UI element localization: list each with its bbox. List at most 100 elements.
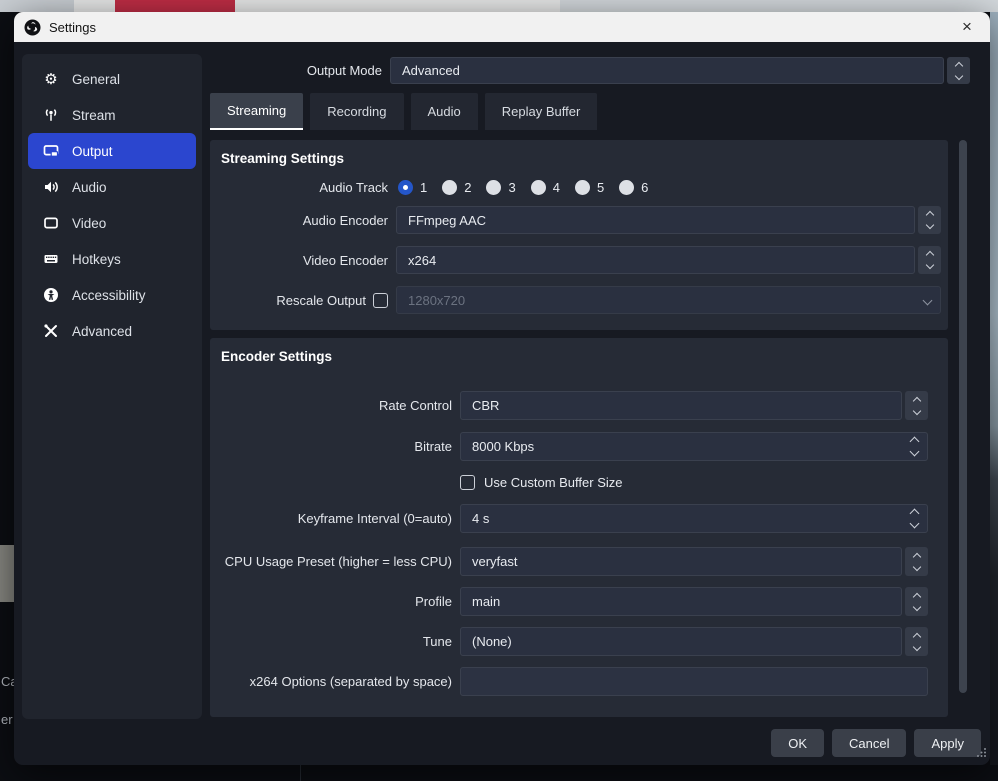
ok-button[interactable]: OK xyxy=(771,729,824,757)
rate-control-value[interactable]: CBR xyxy=(460,391,902,420)
resize-grip-icon[interactable] xyxy=(976,745,987,763)
chevron-down-icon xyxy=(912,642,920,650)
output-mode-select[interactable]: Advanced xyxy=(390,57,970,84)
radio-selected-icon[interactable] xyxy=(398,180,413,195)
radio-icon[interactable] xyxy=(442,180,457,195)
cancel-button[interactable]: Cancel xyxy=(832,729,906,757)
sidebar-item-hotkeys[interactable]: Hotkeys xyxy=(28,241,196,277)
x264-options-input[interactable] xyxy=(460,667,928,696)
combo-spinner[interactable] xyxy=(905,627,928,656)
output-mode-row: Output Mode Advanced xyxy=(194,57,970,84)
apply-button[interactable]: Apply xyxy=(914,729,981,757)
sidebar-item-label: General xyxy=(72,72,120,87)
cpu-preset-select[interactable]: veryfast xyxy=(460,547,928,576)
sidebar-item-advanced[interactable]: Advanced xyxy=(28,313,196,349)
keyframe-interval-value[interactable]: 4 s xyxy=(472,511,489,526)
rescale-output-checkbox[interactable] xyxy=(373,293,388,308)
tools-icon xyxy=(42,322,60,340)
sidebar-item-stream[interactable]: Stream xyxy=(28,97,196,133)
tune-row: Tune (None) xyxy=(210,627,948,656)
close-icon[interactable]: × xyxy=(954,14,980,40)
profile-row: Profile main xyxy=(210,587,948,616)
profile-select[interactable]: main xyxy=(460,587,928,616)
radio-label: 5 xyxy=(597,180,604,195)
radio-option[interactable]: 2 xyxy=(442,180,471,195)
chevron-up-icon[interactable] xyxy=(910,437,920,447)
sidebar-item-label: Video xyxy=(72,216,106,231)
audio-encoder-label: Audio Encoder xyxy=(210,213,388,228)
video-encoder-select[interactable]: x264 xyxy=(396,246,941,274)
video-encoder-label: Video Encoder xyxy=(210,253,388,268)
radio-option[interactable]: 4 xyxy=(531,180,560,195)
radio-label: 4 xyxy=(553,180,560,195)
custom-buffer-checkbox[interactable] xyxy=(460,475,475,490)
radio-option[interactable]: 1 xyxy=(398,180,427,195)
chevron-down-icon xyxy=(912,562,920,570)
obs-logo-icon xyxy=(24,19,41,36)
keyframe-interval-spinbox[interactable]: 4 s xyxy=(460,504,928,533)
titlebar[interactable]: Settings × xyxy=(14,12,990,42)
background-thumbnail-fragment xyxy=(0,545,14,602)
rescale-output-row: Rescale Output 1280x720 xyxy=(210,286,948,314)
streaming-settings-group: Streaming Settings Audio Track 1 2 3 xyxy=(210,140,948,330)
x264-options-row: x264 Options (separated by space) xyxy=(210,667,948,696)
video-encoder-value[interactable]: x264 xyxy=(396,246,915,274)
combo-spinner[interactable] xyxy=(905,587,928,616)
combo-spinner[interactable] xyxy=(905,547,928,576)
sidebar-item-video[interactable]: Video xyxy=(28,205,196,241)
bitrate-value[interactable]: 8000 Kbps xyxy=(472,439,534,454)
window-title: Settings xyxy=(49,20,96,35)
dialog-footer: OK Cancel Apply xyxy=(771,729,981,757)
custom-buffer-label: Use Custom Buffer Size xyxy=(484,475,622,490)
chevron-up-icon[interactable] xyxy=(910,509,920,519)
output-mode-value[interactable]: Advanced xyxy=(390,57,944,84)
chevron-down-icon xyxy=(925,221,933,229)
sidebar-item-audio[interactable]: Audio xyxy=(28,169,196,205)
chevron-up-icon xyxy=(925,211,933,219)
tab-recording[interactable]: Recording xyxy=(310,93,403,130)
sidebar-item-accessibility[interactable]: Accessibility xyxy=(28,277,196,313)
combo-spinner[interactable] xyxy=(947,57,970,84)
radio-icon[interactable] xyxy=(575,180,590,195)
bitrate-row: Bitrate 8000 Kbps xyxy=(210,432,948,461)
radio-icon[interactable] xyxy=(531,180,546,195)
combo-spinner[interactable] xyxy=(918,206,941,234)
output-mode-label: Output Mode xyxy=(194,63,382,78)
profile-value[interactable]: main xyxy=(460,587,902,616)
encoder-settings-group: Encoder Settings Rate Control CBR Bitrat… xyxy=(210,338,948,717)
tab-replay-buffer[interactable]: Replay Buffer xyxy=(485,93,598,130)
radio-icon[interactable] xyxy=(486,180,501,195)
tune-select[interactable]: (None) xyxy=(460,627,928,656)
cpu-preset-value[interactable]: veryfast xyxy=(460,547,902,576)
chevron-up-icon xyxy=(925,251,933,259)
sidebar-item-general[interactable]: ⚙ General xyxy=(28,61,196,97)
background-divider xyxy=(300,765,301,781)
combo-spinner[interactable] xyxy=(905,391,928,420)
sidebar-item-output[interactable]: Output xyxy=(28,133,196,169)
sidebar-item-label: Stream xyxy=(72,108,116,123)
rate-control-select[interactable]: CBR xyxy=(460,391,928,420)
tab-streaming[interactable]: Streaming xyxy=(210,93,303,130)
tune-label: Tune xyxy=(210,634,452,649)
radio-option[interactable]: 6 xyxy=(619,180,648,195)
rate-control-label: Rate Control xyxy=(210,398,452,413)
tune-value[interactable]: (None) xyxy=(460,627,902,656)
vertical-scrollbar[interactable] xyxy=(959,140,967,693)
cpu-preset-row: CPU Usage Preset (higher = less CPU) ver… xyxy=(210,547,948,576)
chevron-down-icon[interactable] xyxy=(910,519,920,529)
radio-option[interactable]: 3 xyxy=(486,180,515,195)
sidebar-item-label: Advanced xyxy=(72,324,132,339)
radio-label: 2 xyxy=(464,180,471,195)
chevron-up-icon xyxy=(954,61,962,69)
keyframe-interval-row: Keyframe Interval (0=auto) 4 s xyxy=(210,504,948,533)
tab-audio[interactable]: Audio xyxy=(411,93,478,130)
bitrate-spinbox[interactable]: 8000 Kbps xyxy=(460,432,928,461)
audio-encoder-row: Audio Encoder FFmpeg AAC xyxy=(210,206,948,234)
radio-icon[interactable] xyxy=(619,180,634,195)
audio-encoder-value[interactable]: FFmpeg AAC xyxy=(396,206,915,234)
radio-option[interactable]: 5 xyxy=(575,180,604,195)
audio-encoder-select[interactable]: FFmpeg AAC xyxy=(396,206,941,234)
combo-spinner[interactable] xyxy=(918,246,941,274)
chevron-down-icon[interactable] xyxy=(910,447,920,457)
chevron-up-icon xyxy=(912,632,920,640)
